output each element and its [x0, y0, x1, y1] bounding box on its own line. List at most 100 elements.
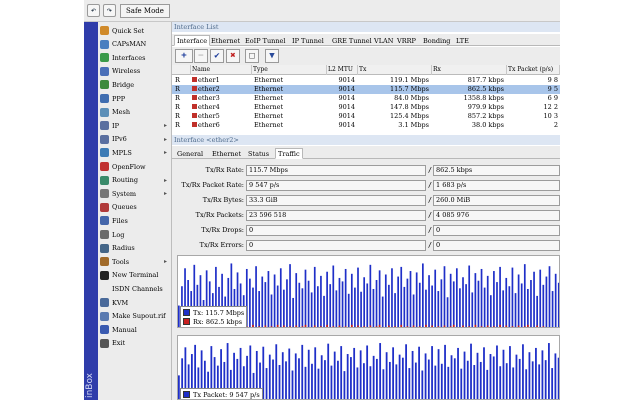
add-button[interactable]: +: [175, 49, 193, 63]
sidebar-item-log[interactable]: Log: [98, 228, 172, 241]
tx-packet-bar: [453, 358, 456, 399]
sidebar-item-system[interactable]: System ▸: [98, 187, 172, 200]
sidebar-item-wireless[interactable]: Wireless: [98, 65, 172, 78]
column-header-l2-mtu[interactable]: L2 MTU: [327, 65, 358, 75]
tx-packet-bar: [288, 348, 291, 399]
interface-list-title: Interface List: [172, 22, 560, 32]
sidebar-item-capsman[interactable]: CAPsMAN: [98, 38, 172, 51]
tx-bar: [289, 264, 291, 327]
sidebar-item-label: IP: [112, 121, 119, 130]
tab-ip-tunnel[interactable]: IP Tunnel: [289, 35, 327, 46]
tab-interface[interactable]: Interface: [174, 35, 211, 46]
interface-row-ether4[interactable]: Rether4 Ethernet 9014 147.8 Mbps 979.9 kbps 1…: [172, 103, 560, 112]
sidebar-item-label: Queues: [112, 203, 137, 212]
tx-packet-bar: [470, 343, 472, 399]
tab-traffic[interactable]: Traffic: [275, 148, 303, 159]
sidebar-item-mesh[interactable]: Mesh: [98, 106, 172, 119]
interface-row-ether6[interactable]: Rether6 Ethernet 9014 3.1 Mbps 38.0 kbps 2: [172, 121, 560, 130]
tx-bar: [307, 280, 310, 327]
column-header-tx[interactable]: Tx: [358, 65, 432, 75]
remove-button[interactable]: −: [194, 49, 208, 63]
tab-gre-tunnel[interactable]: GRE Tunnel: [329, 35, 375, 46]
tab-status[interactable]: Status: [245, 148, 272, 159]
sidebar-item-bridge[interactable]: Bridge: [98, 78, 172, 91]
type-cell: Ethernet: [254, 85, 284, 93]
tx-bar: [332, 265, 335, 327]
column-header-type[interactable]: Type: [252, 65, 327, 75]
rx-cell: 862.5 kbps: [467, 85, 504, 93]
column-header-rx[interactable]: Rx: [432, 65, 507, 75]
submenu-arrow-icon: ▸: [163, 190, 167, 198]
rx-bar: [350, 324, 353, 327]
sidebar-item-new-terminal[interactable]: New Terminal: [98, 269, 172, 282]
sidebar-item-kvm[interactable]: KVM: [98, 296, 172, 309]
interface-row-ether3[interactable]: Rether3 Ethernet 9014 84.0 Mbps 1358.8 kbps 6…: [172, 94, 560, 103]
sidebar-item-isdn-channels[interactable]: ISDN Channels: [98, 282, 172, 295]
tab-vrrp[interactable]: VRRP: [394, 35, 419, 46]
disable-button[interactable]: ✖: [226, 49, 240, 63]
wireless-icon: [100, 66, 109, 76]
sidebar-item-quick-set[interactable]: Quick Set: [98, 24, 172, 37]
interface-name: ether2: [198, 85, 220, 93]
tab-general[interactable]: General: [174, 148, 206, 159]
tab-eoip-tunnel[interactable]: EoIP Tunnel: [242, 35, 289, 46]
sidebar-item-make-supout-rif[interactable]: Make Supout.rif: [98, 310, 172, 323]
sidebar-item-interfaces[interactable]: Interfaces: [98, 51, 172, 64]
column-header-tx-packet-p-s[interactable]: Tx Packet (p/s): [507, 65, 560, 75]
sidebar-item-ip[interactable]: IP ▸: [98, 119, 172, 132]
interface-row-ether2[interactable]: Rether2 Ethernet 9014 115.7 Mbps 862.5 kbps 9…: [172, 85, 560, 94]
interface-row-ether5[interactable]: Rether5 Ethernet 9014 125.4 Mbps 857.2 kbps 1…: [172, 112, 560, 121]
redo-icon[interactable]: ↷: [103, 4, 116, 17]
sidebar-item-radius[interactable]: Radius: [98, 242, 172, 255]
interface-row-ether1[interactable]: Rether1 Ethernet 9014 119.1 Mbps 817.7 kbps 9…: [172, 76, 560, 85]
mesh-icon: [100, 107, 109, 117]
comment-button[interactable]: □: [245, 49, 259, 63]
name-cell: ether5: [192, 112, 253, 121]
sidebar-item-openflow[interactable]: OpenFlow: [98, 160, 172, 173]
sidebar-item-files[interactable]: Files: [98, 214, 172, 227]
mtu-cell: 9014: [338, 94, 355, 102]
column-header-name[interactable]: Name: [191, 65, 252, 75]
tab-ethernet[interactable]: Ethernet: [209, 148, 244, 159]
sidebar-item-queues[interactable]: Queues: [98, 201, 172, 214]
mtu-cell: 9014: [338, 103, 355, 111]
sidebar-item-ipv6[interactable]: IPv6 ▸: [98, 133, 172, 146]
tab-lte[interactable]: LTE: [453, 35, 472, 46]
column-header-flag[interactable]: [172, 65, 191, 75]
sidebar-item-ppp[interactable]: PPP: [98, 92, 172, 105]
files-icon: [100, 216, 109, 226]
tab-bonding[interactable]: Bonding: [420, 35, 453, 46]
rx-bar: [440, 326, 443, 327]
sidebar-item-routing[interactable]: Routing ▸: [98, 174, 172, 187]
tx-packet-bar: [528, 352, 531, 399]
filter-button[interactable]: ▼: [265, 49, 279, 63]
mtu-cell: 9014: [338, 121, 355, 129]
tx-bar: [283, 289, 285, 327]
tx-bar: [511, 267, 514, 327]
undo-icon[interactable]: ↶: [87, 4, 100, 17]
interface-name: ether1: [198, 76, 220, 84]
tx-packet-bar: [522, 344, 524, 399]
sidebar-item-exit[interactable]: Exit: [98, 337, 172, 350]
sidebar-item-mpls[interactable]: MPLS ▸: [98, 146, 172, 159]
tx-rx-packet-rate-label: Tx/Rx Packet Rate:: [181, 181, 244, 189]
tx-bar: [557, 282, 559, 327]
safe-mode-button[interactable]: Safe Mode: [120, 4, 170, 18]
enable-button[interactable]: ✔: [210, 49, 224, 63]
sidebar-item-manual[interactable]: Manual: [98, 323, 172, 336]
tab-ethernet[interactable]: Ethernet: [208, 35, 243, 46]
rx-bar: [452, 324, 455, 327]
tx-bar: [542, 284, 545, 327]
rx-bar: [406, 326, 409, 327]
tx-packet-bar: [411, 350, 414, 399]
rx-bar: [474, 324, 477, 327]
sidebar-item-tools[interactable]: Tools ▸: [98, 255, 172, 268]
tx-packet-bar: [268, 354, 271, 399]
tx-rx-rate-tx-field: 115.7 Mbps: [246, 165, 426, 176]
tx-packet-bar: [317, 368, 320, 399]
flag-cell: R: [175, 94, 180, 102]
tx-packet-bar: [359, 350, 362, 399]
tx-bar: [459, 288, 461, 327]
tab-vlan[interactable]: VLAN: [371, 35, 396, 46]
tx-bar: [443, 266, 446, 327]
